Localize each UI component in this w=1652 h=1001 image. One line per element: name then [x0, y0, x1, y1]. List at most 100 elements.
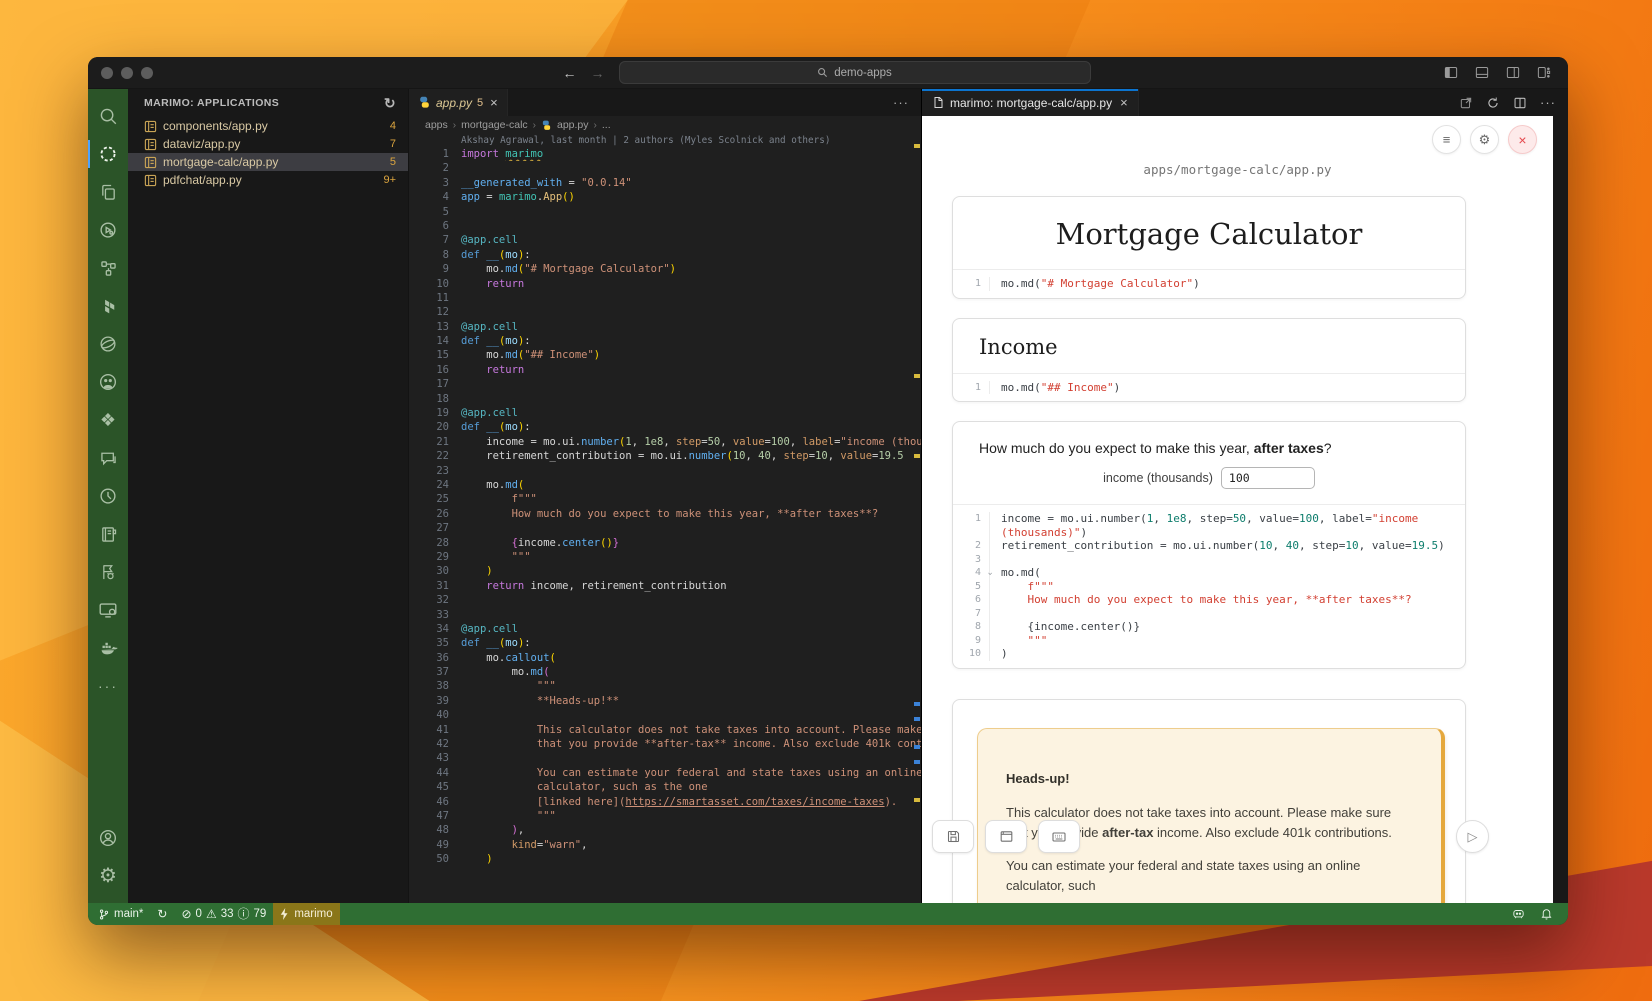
chat-icon[interactable] [88, 439, 128, 477]
code-line: 15 mo.md("## Income") [409, 348, 921, 362]
sync-status[interactable]: ↻ [150, 903, 174, 925]
keyboard-shortcuts-button[interactable] [1038, 820, 1080, 853]
minimize-window-button[interactable] [121, 67, 133, 79]
code-line: 39 **Heads-up!** [409, 694, 921, 708]
ruler-mark [914, 144, 920, 148]
git-blame-annotation: Akshay Agrawal, last month | 2 authors (… [461, 134, 921, 147]
code-line: 38 """ [409, 679, 921, 693]
bolt-icon [280, 908, 289, 920]
code-line: 4app = marimo.App() [409, 190, 921, 204]
breadcrumb-symbol[interactable]: ... [602, 119, 611, 131]
terraform-icon[interactable] [88, 287, 128, 325]
code-line: 43 [409, 751, 921, 765]
tab-badge: 5 [477, 97, 483, 109]
test-flag-icon[interactable] [88, 553, 128, 591]
search-view-icon[interactable] [88, 97, 128, 135]
breadcrumb: apps › mortgage-calc › app.py › ... [409, 116, 921, 134]
toggle-secondary-sidebar-icon[interactable] [1505, 65, 1521, 80]
globe-icon[interactable] [88, 325, 128, 363]
sidebar-item[interactable]: components/app.py 4 [128, 117, 408, 135]
code-editor[interactable]: Akshay Agrawal, last month | 2 authors (… [409, 134, 921, 903]
tab-marimo-preview[interactable]: marimo: mortgage-calc/app.py × [922, 89, 1139, 116]
code-line: 8def __(mo): [409, 248, 921, 262]
toggle-sidebar-icon[interactable] [1443, 65, 1459, 80]
code-line: 12 [409, 305, 921, 319]
python-icon [418, 96, 431, 109]
code-line: 45 calculator, such as the one [409, 780, 921, 794]
notifications-bell[interactable] [1533, 903, 1560, 925]
sidebar-item[interactable]: pdfchat/app.py 9+ [128, 171, 408, 189]
cell-card-title: Mortgage Calculator 1mo.md("# Mortgage C… [952, 196, 1466, 299]
vscode-window: ← → demo-apps ❖ [88, 57, 1568, 925]
diamonds-icon[interactable]: ❖ [88, 401, 128, 439]
customize-layout-icon[interactable] [1536, 65, 1552, 80]
nav-back-icon[interactable]: ← [563, 66, 577, 80]
close-window-button[interactable] [101, 67, 113, 79]
tab-app-py[interactable]: app.py 5 × [409, 89, 508, 116]
ruler-mark [914, 374, 920, 378]
graph-nodes-icon[interactable] [88, 249, 128, 287]
settings-gear-icon[interactable]: ⚙ [88, 857, 128, 895]
code-line: 5 [409, 205, 921, 219]
more-views-icon[interactable]: ··· [88, 667, 128, 705]
editor-more-actions-icon[interactable]: ··· [881, 89, 921, 116]
timeline-icon[interactable] [88, 477, 128, 515]
command-center-search[interactable]: demo-apps [619, 61, 1091, 84]
income-input[interactable] [1221, 467, 1315, 489]
nav-forward-icon[interactable]: → [591, 66, 605, 80]
preview-more-actions-icon[interactable]: ··· [1540, 95, 1556, 110]
files-copy-icon[interactable] [88, 173, 128, 211]
breadcrumb-apps[interactable]: apps [425, 119, 448, 131]
menu-hamburger-icon[interactable]: ≡ [1432, 125, 1461, 154]
split-editor-icon[interactable] [1513, 96, 1527, 110]
code-line: 44 You can estimate your federal and sta… [409, 766, 921, 780]
copilot-status[interactable] [1501, 903, 1533, 925]
reload-icon[interactable] [1486, 96, 1500, 110]
preview-code-line: 5 f""" [953, 580, 1465, 594]
toggle-panel-icon[interactable] [1474, 65, 1490, 80]
cell-card-income: Income 1mo.md("## Income") [952, 318, 1466, 403]
problems-status[interactable]: ⊘ 0 ⚠ 33 ⓘ 79 [174, 903, 273, 925]
tab-label: marimo: mortgage-calc/app.py [950, 96, 1112, 110]
remote-screen-icon[interactable] [88, 591, 128, 629]
code-line: 50 ) [409, 852, 921, 866]
cell-code: 1income = mo.ui.number(1, 1e8, step=50, … [953, 504, 1465, 668]
bell-icon [1540, 907, 1553, 921]
code-line: 19@app.cell [409, 406, 921, 420]
sync-icon: ↻ [157, 908, 167, 920]
code-line: 49 kind="warn", [409, 838, 921, 852]
code-line: 41 This calculator does not take taxes i… [409, 723, 921, 737]
save-button[interactable] [932, 820, 974, 853]
code-line: 33 [409, 608, 921, 622]
python-icon [541, 120, 552, 131]
settings-gear-icon[interactable]: ⚙ [1470, 125, 1499, 154]
account-icon[interactable] [88, 819, 128, 857]
tab-close-icon[interactable]: × [490, 95, 498, 110]
zoom-window-button[interactable] [141, 67, 153, 79]
code-line: 30 ) [409, 564, 921, 578]
marimo-view-icon[interactable] [88, 135, 128, 173]
docker-icon[interactable] [88, 629, 128, 667]
open-external-icon[interactable] [1459, 96, 1473, 110]
play-circle-icon[interactable] [88, 211, 128, 249]
code-line: 23 [409, 464, 921, 478]
notebook-icon[interactable] [88, 515, 128, 553]
sidebar-file-list: components/app.py 4 dataviz/app.py 7 mor… [128, 117, 408, 189]
sidebar-item[interactable]: dataviz/app.py 7 [128, 135, 408, 153]
code-line: 48 ), [409, 823, 921, 837]
close-icon[interactable]: × [1508, 125, 1537, 154]
breadcrumb-folder[interactable]: mortgage-calc [461, 119, 528, 131]
callout-paragraph-2: You can estimate your federal and state … [1006, 856, 1413, 896]
preview-code-line: 8 {income.center()} [953, 620, 1465, 634]
github-icon[interactable] [88, 363, 128, 401]
run-cell-button[interactable]: ▷ [1456, 820, 1489, 853]
refresh-icon[interactable]: ↻ [384, 95, 396, 112]
open-browser-button[interactable] [985, 820, 1027, 853]
breadcrumb-file[interactable]: app.py [557, 119, 589, 131]
git-branch-status[interactable]: main* [88, 903, 150, 925]
preview-code-line: 4›mo.md( [953, 566, 1465, 580]
tab-close-icon[interactable]: × [1120, 95, 1128, 110]
marimo-status-badge[interactable]: marimo [273, 903, 339, 925]
sidebar-item[interactable]: mortgage-calc/app.py 5 [128, 153, 408, 171]
code-line: 32 [409, 593, 921, 607]
